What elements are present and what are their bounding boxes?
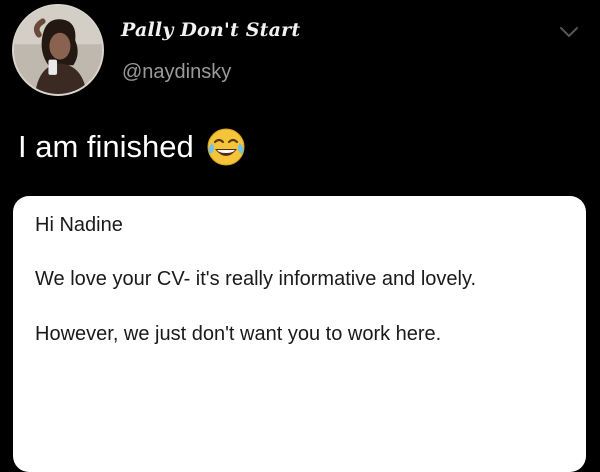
tweet-text: I am finished [18, 127, 246, 167]
tweet-text-content: I am finished [18, 129, 194, 164]
email-screenshot-card: Hi Nadine We love your CV- it's really i… [13, 196, 586, 472]
email-paragraph-1: We love your CV- it's really informative… [35, 267, 477, 290]
avatar-photo [14, 6, 102, 94]
chevron-down-icon[interactable] [558, 24, 580, 40]
email-greeting: Hi Nadine [35, 214, 123, 236]
tweet: Pally Don't Start @naydinsky I am finish… [0, 0, 600, 472]
avatar[interactable] [12, 4, 104, 96]
display-name[interactable]: Pally Don't Start [121, 19, 300, 41]
tears-of-joy-emoji-icon [206, 127, 246, 167]
email-paragraph-2: However, we just don't want you to work … [35, 323, 442, 346]
user-handle[interactable]: @naydinsky [122, 61, 231, 84]
